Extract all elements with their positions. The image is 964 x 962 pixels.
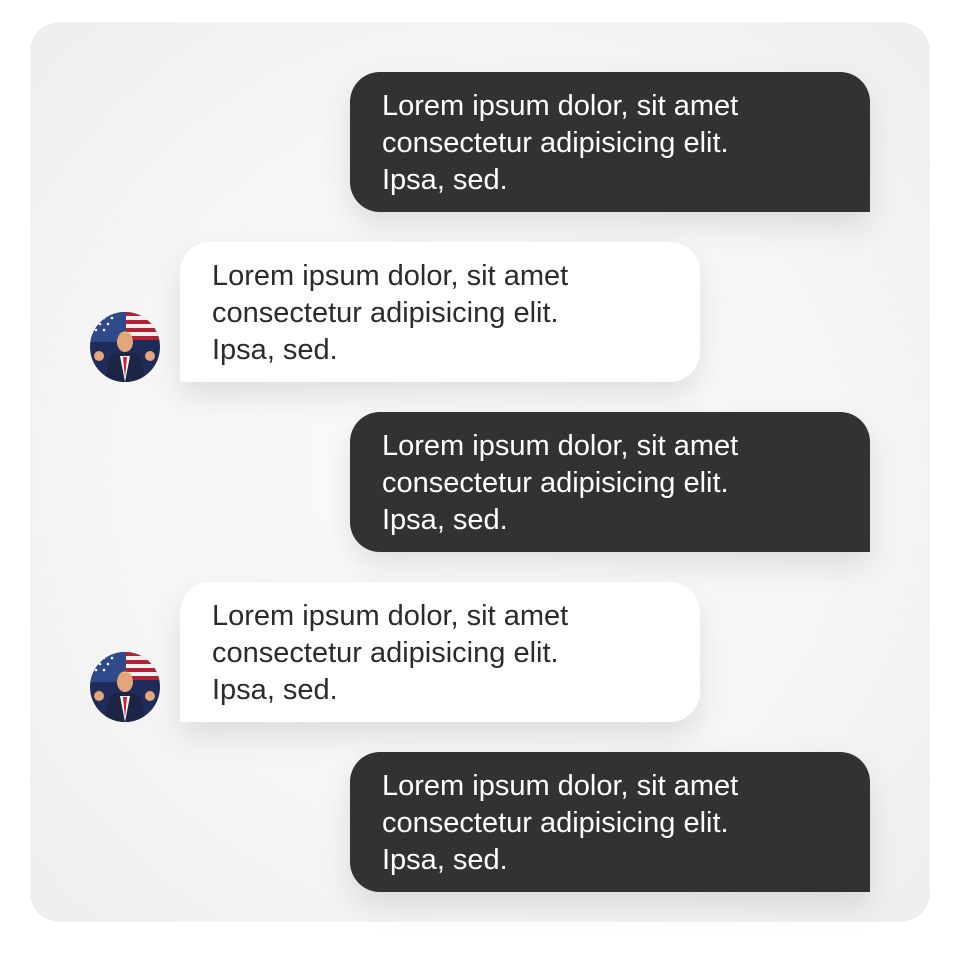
message-line: consectetur adipisicing elit. — [382, 127, 729, 159]
message-line: consectetur adipisicing elit. — [212, 637, 559, 669]
message-line: consectetur adipisicing elit. — [382, 807, 729, 839]
message-line: Lorem ipsum dolor, sit amet — [212, 260, 569, 292]
outgoing-message-bubble[interactable]: Lorem ipsum dolor, sit amet consectetur … — [350, 72, 870, 212]
incoming-message-bubble[interactable]: Lorem ipsum dolor, sit amet consectetur … — [180, 242, 700, 382]
message-line: Ipsa, sed. — [212, 674, 338, 706]
user-photo-avatar-icon[interactable] — [90, 312, 160, 382]
message-line: Lorem ipsum dolor, sit amet — [382, 90, 739, 122]
user-photo-avatar-icon[interactable] — [90, 652, 160, 722]
message-line: Ipsa, sed. — [212, 334, 338, 366]
avatar-photo-svg — [90, 652, 160, 722]
avatar-photo-svg — [90, 312, 160, 382]
incoming-message-bubble[interactable]: Lorem ipsum dolor, sit amet consectetur … — [180, 582, 700, 722]
message-line: Ipsa, sed. — [382, 844, 508, 876]
message-line: consectetur adipisicing elit. — [212, 297, 559, 329]
chat-panel: Lorem ipsum dolor, sit amet consectetur … — [30, 22, 930, 922]
message-line: consectetur adipisicing elit. — [382, 467, 729, 499]
outgoing-message-bubble[interactable]: Lorem ipsum dolor, sit amet consectetur … — [350, 412, 870, 552]
message-line: Lorem ipsum dolor, sit amet — [382, 770, 739, 802]
message-line: Ipsa, sed. — [382, 164, 508, 196]
outgoing-message-bubble[interactable]: Lorem ipsum dolor, sit amet consectetur … — [350, 752, 870, 892]
message-line: Lorem ipsum dolor, sit amet — [212, 600, 569, 632]
message-line: Lorem ipsum dolor, sit amet — [382, 430, 739, 462]
message-line: Ipsa, sed. — [382, 504, 508, 536]
